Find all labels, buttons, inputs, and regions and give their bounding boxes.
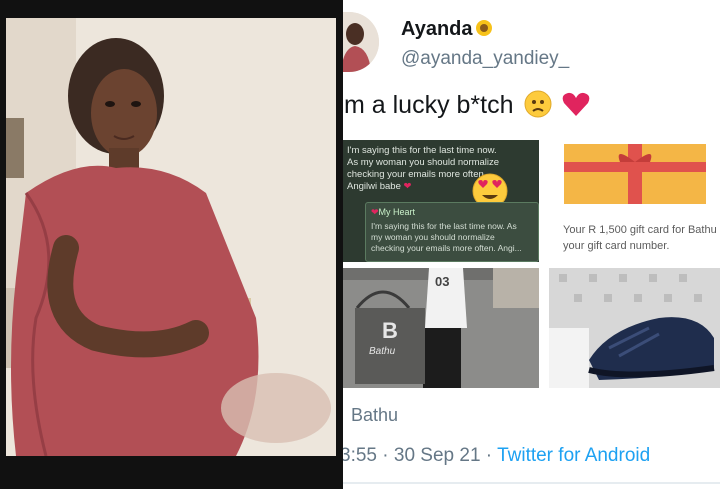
svg-text:B: B xyxy=(382,318,398,343)
heart-icon: ❤ xyxy=(371,207,379,217)
chat-line: Angilwi babe ❤ xyxy=(347,181,411,192)
bag-brand-label: Bathu xyxy=(369,346,396,357)
chat-bubble-line: my woman you should normalize xyxy=(371,232,495,242)
avatar[interactable] xyxy=(343,12,379,72)
tweet-time: 3:55 xyxy=(343,445,377,466)
gift-card-text: Your R 1,500 gift card for Bathu is xyxy=(563,224,720,236)
heart-icon: ❤ xyxy=(403,181,412,192)
chat-bubble: ❤My Heart I'm saying this for the last t… xyxy=(365,202,539,262)
chat-line: checking your emails more often. xyxy=(347,169,487,180)
tweet-date: 30 Sep 21 xyxy=(393,445,481,466)
gift-box-icon xyxy=(564,144,706,204)
woman-photo xyxy=(6,18,336,456)
worried-face-icon xyxy=(524,90,552,118)
tweet-text: m a lucky b*tch xyxy=(344,90,591,120)
user-handle[interactable]: @ayanda_yandiey_ xyxy=(401,48,569,70)
display-name-text: Ayanda xyxy=(401,18,473,40)
divider xyxy=(343,482,720,484)
chat-bubble-title-text: My Heart xyxy=(378,207,416,217)
chat-bubble-title: ❤My Heart xyxy=(371,207,415,218)
chat-line: As my woman you should normalize xyxy=(347,157,500,168)
tweet-source-link[interactable]: Twitter for Android xyxy=(497,445,650,466)
tweet-text-content: m a lucky b*tch xyxy=(344,91,514,119)
display-name[interactable]: Ayanda xyxy=(401,18,493,41)
tweet-panel: Ayanda @ayanda_yandiey_ m a lucky b*tch … xyxy=(343,0,720,489)
media-gift-card-email[interactable]: Your R 1,500 gift card for Bathu is your… xyxy=(546,140,720,262)
shirt-number-label: 03 xyxy=(435,274,450,289)
chat-line-text: Angilwi babe xyxy=(347,181,401,192)
chat-bubble-line: I'm saying this for the last time now. A… xyxy=(371,221,517,231)
red-heart-icon xyxy=(561,90,591,118)
gift-card-text: your gift card number. xyxy=(563,240,670,252)
bathu-link[interactable]: Bathu xyxy=(351,405,398,426)
chat-bubble-line: checking your emails more often. Angi... xyxy=(371,243,522,253)
chat-line: I'm saying this for the last time now. xyxy=(347,145,497,156)
left-photo-panel xyxy=(0,0,343,489)
tweet-timestamp: 3:55 · 30 Sep 21 · Twitter for Android xyxy=(343,445,650,467)
media-shopping-bag-photo[interactable]: B Bathu 03 xyxy=(343,268,539,388)
media-chat-screenshot[interactable]: I'm saying this for the last time now. A… xyxy=(343,140,539,262)
tweet-media-grid[interactable]: I'm saying this for the last time now. A… xyxy=(343,140,720,390)
media-sneakers-photo[interactable] xyxy=(549,268,720,388)
sunflower-icon xyxy=(475,19,493,37)
